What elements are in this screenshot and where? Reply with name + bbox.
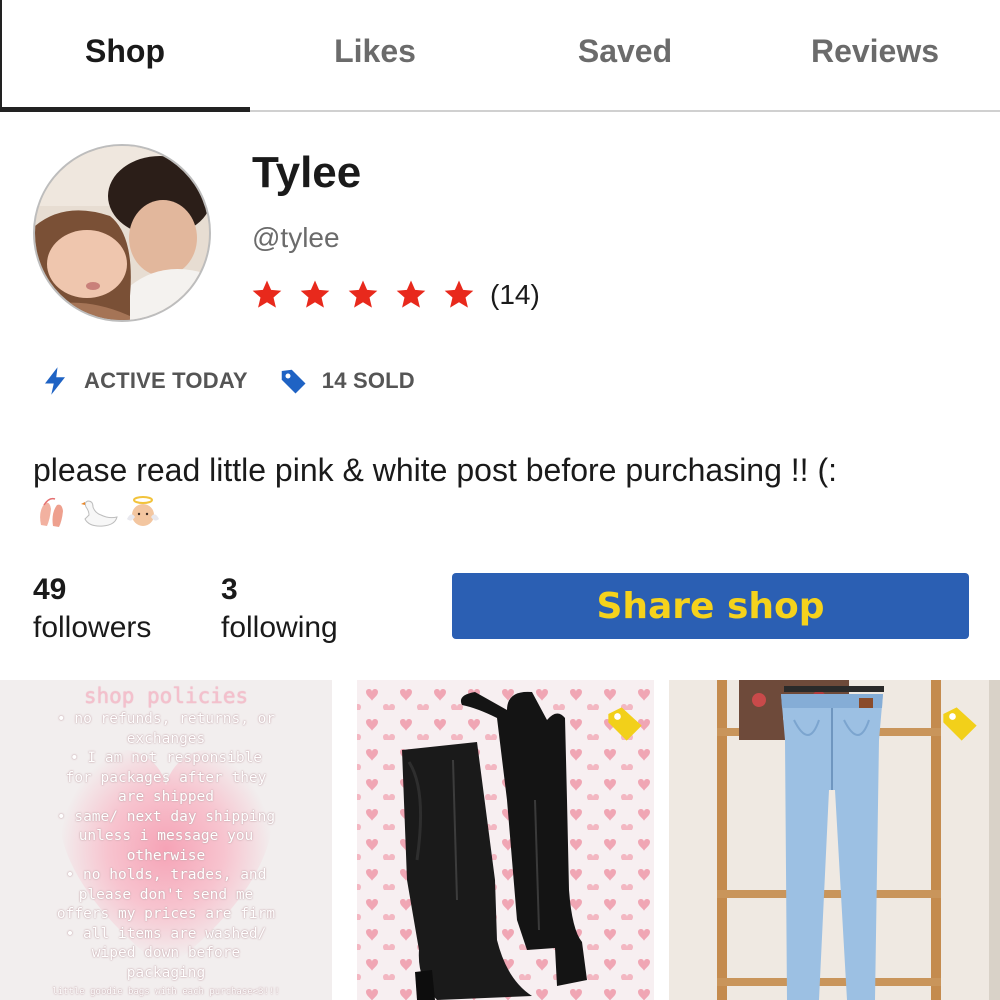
lightning-icon bbox=[45, 367, 65, 395]
policy-line: • same/ next day shipping bbox=[56, 808, 276, 825]
star-icon bbox=[348, 280, 378, 308]
shop-handle: @tylee bbox=[252, 222, 340, 253]
policy-line: offers my prices are firm bbox=[56, 906, 276, 922]
followers-label: followers bbox=[33, 611, 152, 644]
following-stat[interactable]: 3 following bbox=[221, 572, 338, 648]
avatar[interactable] bbox=[33, 144, 211, 322]
ballet-shoes-icon bbox=[40, 497, 63, 527]
review-count: (14) bbox=[490, 279, 540, 310]
sold-badge: 14 SOLD bbox=[278, 366, 415, 396]
policy-line: are shipped bbox=[117, 789, 215, 805]
policy-line: exchanges bbox=[126, 730, 206, 747]
share-shop-button[interactable]: Share shop bbox=[452, 573, 969, 639]
screen-edge bbox=[0, 0, 2, 112]
price-tag-icon bbox=[943, 707, 977, 741]
policy-line: • no refunds, returns, or bbox=[56, 711, 276, 727]
tab-shop-label: Shop bbox=[85, 32, 165, 69]
policy-line: wiped down before bbox=[91, 945, 241, 961]
shop-name: Tylee bbox=[252, 148, 362, 197]
profile-tabs: Shop Likes Saved Reviews bbox=[0, 0, 1000, 112]
tag-icon bbox=[281, 369, 306, 394]
tab-saved-label: Saved bbox=[577, 32, 673, 69]
active-badge: ACTIVE TODAY bbox=[40, 366, 248, 396]
star-icon bbox=[396, 280, 426, 308]
baby-angel-icon bbox=[127, 495, 159, 526]
listing-tile-jeans[interactable] bbox=[669, 680, 1000, 1000]
policy-post-text: shop policies • no refunds, returns, or … bbox=[0, 684, 332, 999]
policy-line: packaging bbox=[126, 964, 206, 981]
tab-saved[interactable]: Saved bbox=[500, 0, 750, 110]
shop-bio: please read little pink & white post bef… bbox=[33, 450, 933, 531]
star-icon bbox=[300, 280, 330, 308]
sold-badge-label: 14 SOLD bbox=[321, 368, 415, 393]
active-badge-label: ACTIVE TODAY bbox=[84, 368, 248, 393]
followers-count: 49 bbox=[33, 573, 67, 606]
policy-line: for packages after they bbox=[65, 769, 267, 786]
policy-title: shop policies bbox=[83, 684, 249, 708]
swan-icon bbox=[81, 500, 118, 527]
tab-reviews[interactable]: Reviews bbox=[750, 0, 1000, 110]
following-count: 3 bbox=[221, 573, 238, 606]
policy-line: please don't send me bbox=[78, 886, 254, 903]
listing-tile-boots[interactable] bbox=[357, 680, 654, 1000]
tab-likes[interactable]: Likes bbox=[250, 0, 500, 110]
bio-text: please read little pink & white post bef… bbox=[33, 452, 837, 488]
rating-row[interactable]: (14) bbox=[250, 278, 540, 312]
price-tag-icon bbox=[608, 707, 642, 741]
profile-photo-icon bbox=[35, 146, 209, 320]
policy-line: • no holds, trades, and bbox=[65, 867, 267, 883]
shop-badges: ACTIVE TODAY 14 SOLD bbox=[40, 366, 445, 396]
policy-line: • I am not responsible bbox=[69, 750, 263, 766]
star-icon bbox=[252, 280, 282, 308]
star-icon bbox=[444, 280, 474, 308]
bio-emojis bbox=[35, 495, 163, 531]
following-label: following bbox=[221, 611, 338, 644]
tab-likes-label: Likes bbox=[334, 32, 416, 69]
policy-line: otherwise bbox=[126, 847, 206, 864]
policy-line: unless i message you bbox=[78, 828, 254, 844]
followers-stat[interactable]: 49 followers bbox=[33, 572, 151, 648]
policy-line: • all items are washed/ bbox=[65, 925, 267, 942]
tab-shop[interactable]: Shop bbox=[0, 0, 250, 112]
tab-reviews-label: Reviews bbox=[810, 32, 940, 69]
policy-footer: little goodie bags with each purchase<3!… bbox=[52, 987, 280, 997]
listing-tile-policies[interactable]: shop policies • no refunds, returns, or … bbox=[0, 680, 332, 1000]
